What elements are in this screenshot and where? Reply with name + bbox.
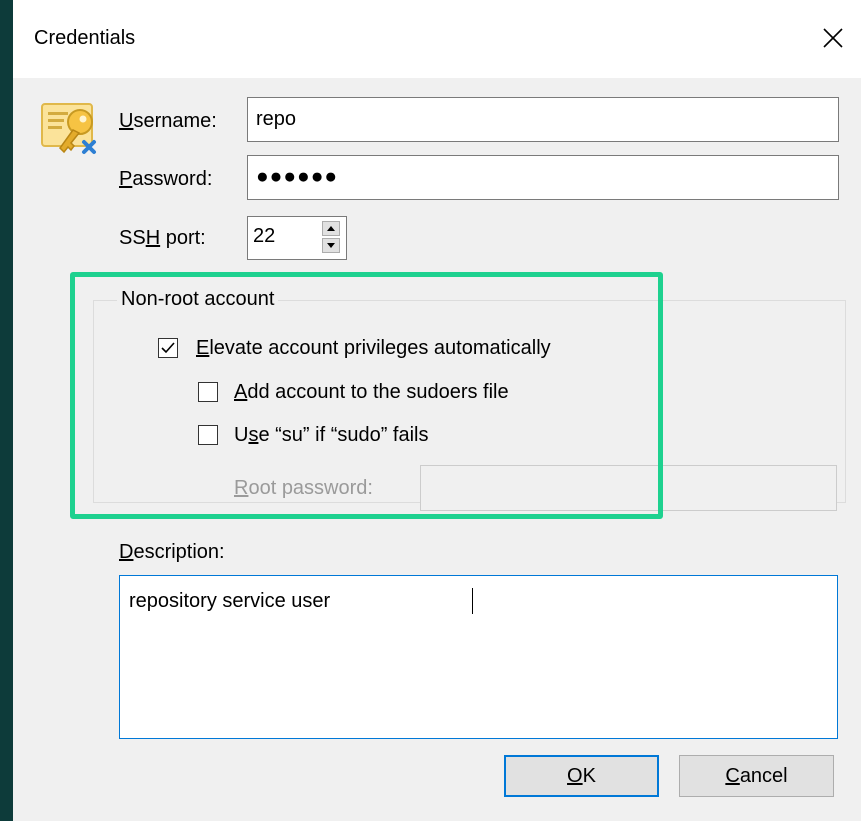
- ssh-port-label-pre: SS: [119, 227, 146, 249]
- username-input[interactable]: [247, 97, 839, 142]
- root-password-label-rest: oot password:: [248, 477, 373, 499]
- checkmark-icon: [161, 342, 175, 354]
- spin-buttons: [322, 221, 340, 253]
- close-button[interactable]: [813, 18, 853, 58]
- password-mask: ●●●●●●: [256, 165, 339, 188]
- root-password-label: Root password:: [234, 477, 373, 500]
- use-su-checkbox[interactable]: [198, 425, 218, 445]
- elevate-checkbox[interactable]: [158, 338, 178, 358]
- password-label: Password:: [119, 168, 212, 191]
- description-label-key: D: [119, 541, 134, 563]
- elevate-label-rest: levate account privileges automatically: [209, 337, 551, 359]
- credentials-key-icon: [41, 103, 96, 154]
- ok-button[interactable]: OK: [504, 755, 659, 797]
- use-su-label[interactable]: Use “su” if “sudo” fails: [234, 424, 429, 447]
- sudoers-label[interactable]: Add account to the sudoers file: [234, 381, 509, 404]
- title-bar: Credentials: [13, 0, 861, 78]
- description-text: repository service user: [129, 590, 331, 612]
- dialog-title: Credentials: [34, 27, 136, 49]
- root-password-input: [420, 465, 837, 511]
- description-label-rest: escription:: [133, 541, 225, 563]
- use-su-label-pre: U: [234, 424, 249, 446]
- username-label: Username:: [119, 110, 217, 133]
- sudoers-checkbox[interactable]: [198, 382, 218, 402]
- spin-up-button[interactable]: [322, 221, 340, 236]
- close-icon: [823, 28, 843, 48]
- cancel-label-rest: ancel: [739, 764, 788, 787]
- description-label: Description:: [119, 541, 225, 564]
- ssh-port-label: SSH port:: [119, 227, 206, 250]
- spin-down-icon: [327, 243, 335, 248]
- spin-down-button[interactable]: [322, 238, 340, 253]
- password-input[interactable]: ●●●●●●: [247, 155, 839, 200]
- description-textarea[interactable]: repository service user: [119, 575, 838, 739]
- username-label-rest: sername:: [133, 110, 217, 132]
- ssh-port-value: 22: [253, 225, 276, 247]
- cancel-button[interactable]: Cancel: [679, 755, 834, 797]
- text-caret: [472, 588, 473, 614]
- cancel-label-key: C: [725, 764, 740, 787]
- username-label-key: U: [119, 110, 134, 132]
- password-label-key: P: [119, 168, 133, 190]
- credentials-dialog: Credentials Username: Password: ●●●●●● S…: [13, 0, 861, 821]
- password-label-rest: assword:: [132, 168, 213, 190]
- spin-up-icon: [327, 226, 335, 231]
- elevate-label-key: E: [196, 337, 210, 359]
- non-root-group-title: Non-root account: [117, 288, 279, 311]
- root-password-label-key: R: [234, 477, 249, 499]
- ssh-port-label-rest: port:: [160, 227, 206, 249]
- sudoers-label-rest: dd account to the sudoers file: [247, 381, 509, 403]
- sudoers-label-key: A: [234, 381, 248, 403]
- use-su-label-key: s: [248, 424, 259, 446]
- ok-label-key: O: [567, 764, 583, 787]
- ssh-port-label-key: H: [145, 227, 161, 249]
- ok-label-rest: K: [582, 764, 596, 787]
- use-su-label-rest: e “su” if “sudo” fails: [258, 424, 429, 446]
- elevate-label[interactable]: Elevate account privileges automatically: [196, 337, 551, 360]
- ssh-port-stepper[interactable]: 22: [247, 216, 347, 260]
